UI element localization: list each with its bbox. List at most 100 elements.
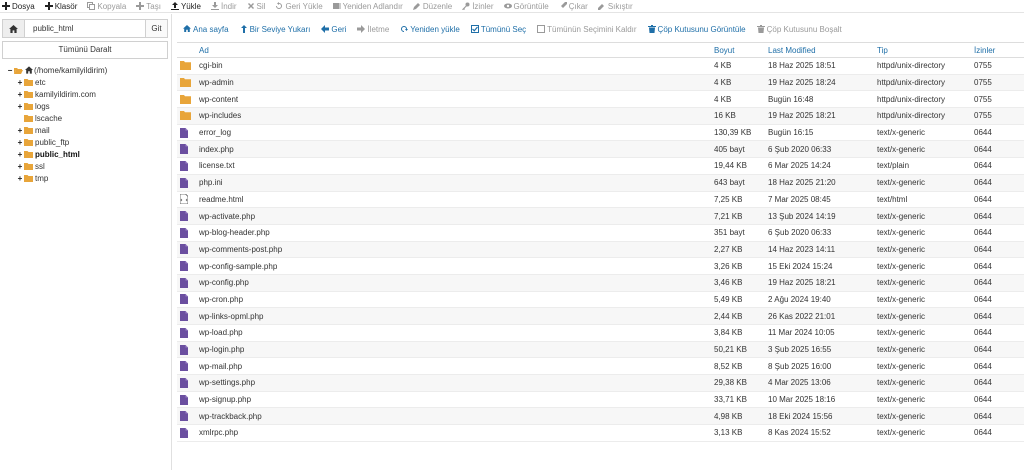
file-type: text/x-generic: [877, 361, 926, 371]
table-row[interactable]: index.php 405 bayt 6 Şub 2020 06:33 text/x-…: [177, 141, 1024, 159]
dosya-button[interactable]: Dosya: [2, 2, 35, 11]
file-modified: 19 Haz 2025 18:21: [768, 278, 836, 288]
table-row[interactable]: wp-config.php 3,46 KB 19 Haz 2025 18:21 tex…: [177, 274, 1024, 292]
path-input[interactable]: [25, 20, 145, 37]
file-size: 2,44 KB: [714, 311, 743, 321]
cop-kutusunu-bosalt-button[interactable]: Çöp Kutusunu Boşalt: [756, 25, 842, 34]
file-icon: [180, 211, 188, 222]
tree-item-label: logs: [35, 101, 50, 111]
tree-item-label: mail: [35, 125, 50, 135]
move-icon: [136, 2, 145, 10]
tree-item-public-ftp[interactable]: + public_ftp: [6, 136, 107, 148]
table-row[interactable]: wp-includes 16 KB 19 Haz 2025 18:21 httpd/u…: [177, 108, 1024, 125]
home-path-button[interactable]: [3, 20, 25, 37]
table-row[interactable]: wp-links-opml.php 2,44 KB 26 Kas 2022 21:0…: [177, 308, 1024, 325]
file-size: 4 KB: [714, 94, 732, 104]
izinler-button[interactable]: İzinler: [462, 2, 494, 11]
expand-toggle-icon[interactable]: +: [16, 78, 24, 87]
expand-toggle-icon[interactable]: +: [16, 126, 24, 135]
column-header-size[interactable]: Boyut: [714, 46, 768, 55]
tree-item-lscache[interactable]: lscache: [6, 112, 107, 124]
file-modified: 6 Şub 2020 06:33: [768, 228, 832, 238]
indir-button[interactable]: İndir: [210, 2, 237, 11]
table-row[interactable]: wp-admin 4 KB 19 Haz 2025 18:24 httpd/unix-…: [177, 74, 1024, 92]
toolbar-button-label: Yeniden Adlandır: [342, 1, 403, 11]
table-row[interactable]: wp-mail.php 8,52 KB 8 Şub 2025 16:00 text/x…: [177, 358, 1024, 376]
yeniden-yukle-button[interactable]: Yeniden yükle: [400, 25, 460, 34]
expand-toggle-icon[interactable]: +: [16, 174, 24, 183]
table-row[interactable]: wp-load.php 3,84 KB 11 Mar 2024 10:05 text/…: [177, 325, 1024, 342]
cikar-button[interactable]: Çıkar: [558, 1, 588, 11]
tumunu-sec-button[interactable]: Tümünü Seç: [470, 25, 526, 34]
download-icon: [210, 2, 219, 10]
table-row[interactable]: wp-trackback.php 4,98 KB 18 Eki 2024 15:56…: [177, 408, 1024, 426]
table-row[interactable]: wp-blog-header.php 351 bayt 6 Şub 2020 06:…: [177, 225, 1024, 242]
tumunun-secimini-kaldir-button[interactable]: Tümünün Seçimini Kaldır: [537, 25, 637, 34]
table-row[interactable]: error_log 130,39 KB Bugün 16:15 text/x-gene…: [177, 125, 1024, 142]
collapse-all-button[interactable]: Tümünü Daralt: [2, 41, 168, 59]
go-button[interactable]: Git: [145, 20, 167, 37]
table-row[interactable]: wp-login.php 50,21 KB 3 Şub 2025 16:55 text…: [177, 341, 1024, 359]
tree-item-mail[interactable]: + mail: [6, 124, 107, 136]
geri-button[interactable]: Geri: [321, 25, 346, 34]
table-row[interactable]: wp-comments-post.php 2,27 KB 14 Haz 2023 1…: [177, 241, 1024, 259]
geri-yukle-button[interactable]: Geri Yükle: [275, 2, 323, 11]
goruntule-button[interactable]: Görüntüle: [503, 2, 549, 11]
tree-item-ssl[interactable]: + ssl: [6, 160, 107, 172]
file-icon: [180, 394, 188, 405]
tree-item-label: etc: [35, 77, 46, 87]
tree-item-kamilyildirim-com[interactable]: + kamilyildirim.com: [6, 88, 107, 100]
table-header: Ad Boyut Last Modified Tip İzinler: [177, 42, 1024, 58]
folder-icon: [24, 90, 35, 98]
sikistir-button[interactable]: Sıkıştır: [597, 2, 633, 11]
table-row[interactable]: xmlrpc.php 3,13 KB 8 Kas 2024 15:52 text/x-…: [177, 425, 1024, 442]
table-row[interactable]: php.ini 643 bayt 18 Haz 2025 21:20 text/x-g…: [177, 174, 1024, 192]
yeniden-adlandir-button[interactable]: Yeniden Adlandır: [332, 1, 403, 11]
tasi-button[interactable]: Taşı: [136, 2, 161, 11]
expand-toggle-icon[interactable]: +: [16, 162, 24, 171]
column-header-name[interactable]: Ad: [199, 46, 714, 55]
ana-sayfa-button[interactable]: Ana sayfa: [183, 25, 229, 34]
tree-item-logs[interactable]: + logs: [6, 100, 107, 112]
tree-item-etc[interactable]: + etc: [6, 76, 107, 88]
sil-button[interactable]: Sil: [247, 2, 265, 11]
table-row[interactable]: readme.html 7,25 KB 7 Mar 2025 08:45 text/h…: [177, 192, 1024, 209]
expand-toggle-icon[interactable]: +: [16, 90, 24, 99]
table-row[interactable]: license.txt 19,44 KB 6 Mar 2025 14:24 text/…: [177, 158, 1024, 175]
cop-kutusunu-goruntule-button[interactable]: Çöp Kutusunu Görüntüle: [647, 25, 746, 34]
toolbar-button-label: Çıkar: [568, 1, 588, 11]
table-row[interactable]: cgi-bin 4 KB 18 Haz 2025 18:51 httpd/unix-d…: [177, 58, 1024, 75]
table-body: cgi-bin 4 KB 18 Haz 2025 18:51 httpd/unix-d…: [177, 58, 1024, 442]
column-header-modified[interactable]: Last Modified: [768, 46, 877, 55]
expand-toggle-icon[interactable]: +: [16, 150, 24, 159]
column-header-type[interactable]: Tip: [877, 46, 974, 55]
file-type: text/x-generic: [877, 144, 926, 154]
folder-icon: [24, 162, 35, 170]
duzenle-button[interactable]: Düzenle: [412, 2, 452, 11]
table-row[interactable]: wp-signup.php 33,71 KB 10 Mar 2025 18:16 te…: [177, 392, 1024, 409]
expand-toggle-icon[interactable]: +: [16, 102, 24, 111]
table-row[interactable]: wp-settings.php 29,38 KB 4 Mar 2025 13:06 t…: [177, 375, 1024, 392]
bir-seviye-yukari-button[interactable]: Bir Seviye Yukarı: [240, 25, 310, 34]
path-bar: Git: [2, 19, 168, 38]
table-row[interactable]: wp-config-sample.php 3,26 KB 15 Eki 2024 1…: [177, 258, 1024, 275]
kopyala-button[interactable]: Kopyala: [87, 2, 126, 11]
expand-toggle-icon[interactable]: +: [16, 138, 24, 147]
tree-item-tmp[interactable]: + tmp: [6, 172, 107, 184]
column-header-permissions[interactable]: İzinler: [974, 46, 1024, 55]
file-name: php.ini: [199, 178, 223, 188]
tree-item-public-html[interactable]: + public_html: [6, 148, 107, 160]
table-row[interactable]: wp-cron.php 5,49 KB 2 Ağu 2024 19:40 text/x…: [177, 292, 1024, 309]
level-up-icon: [240, 25, 248, 33]
file-name: wp-load.php: [199, 328, 243, 338]
klasor-button[interactable]: Klasör: [44, 2, 77, 11]
file-type: text/x-generic: [877, 228, 926, 238]
table-row[interactable]: wp-content 4 KB Bugün 16:48 httpd/unix-dire…: [177, 91, 1024, 109]
collapse-toggle-icon[interactable]: −: [6, 66, 14, 75]
yukle-button[interactable]: Yükle: [170, 2, 201, 11]
iletme-button[interactable]: İletme: [357, 25, 389, 34]
file-modified: 11 Mar 2024 10:05: [768, 328, 835, 338]
tree-item-home-kamilyildirim[interactable]: − (/home/kamilyildirim): [6, 64, 108, 76]
table-row[interactable]: wp-activate.php 7,21 KB 13 Şub 2024 14:19 t…: [177, 208, 1024, 225]
copy-icon: [87, 2, 96, 10]
